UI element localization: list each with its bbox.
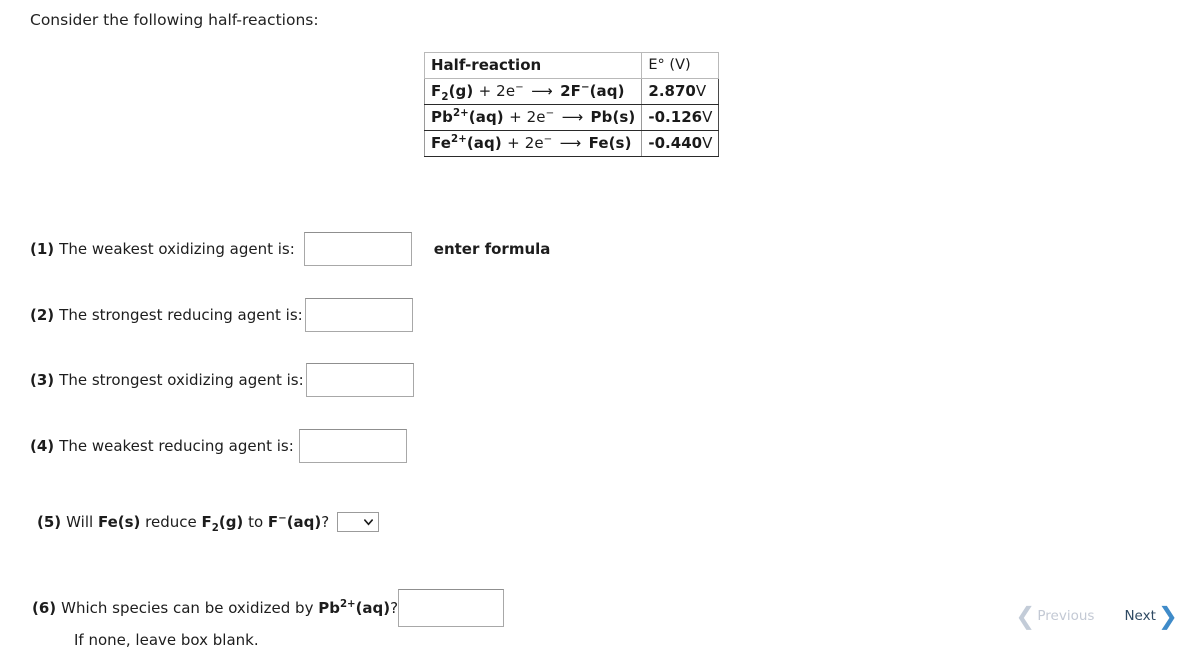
half-reaction-cell: Pb2+(aq) + 2e− ⟶ Pb(s): [423, 104, 643, 131]
electron-term: + 2e: [507, 134, 544, 152]
question-5-species-f2: F2(g): [201, 513, 244, 534]
table-row: Fe2+(aq) + 2e− ⟶ Fe(s) -0.440V: [423, 130, 720, 157]
question-4: (4) The weakest reducing agent is:: [30, 429, 407, 463]
question-3-label: The strongest oxidizing agent is:: [59, 371, 304, 389]
product-state: (aq): [589, 82, 625, 100]
question-1-input[interactable]: [303, 232, 412, 266]
question-6-species-pb: Pb2+(aq): [318, 599, 391, 617]
reaction-arrow-icon: ⟶: [561, 108, 584, 126]
question-1-label: The weakest oxidizing agent is:: [59, 240, 295, 258]
potential-cell: -0.126V: [641, 104, 720, 131]
question-5-label: Will Fe(s) reduce F2(g) to F−(aq)?: [66, 513, 330, 534]
question-4-label: The weakest reducing agent is:: [59, 437, 294, 455]
question-6-label: Which species can be oxidized by Pb2+(aq…: [61, 599, 399, 617]
next-button-label: Next: [1124, 608, 1156, 624]
electron-charge: −: [545, 108, 555, 119]
question-2-input[interactable]: [304, 298, 413, 332]
question-4-input[interactable]: [298, 429, 407, 463]
question-6-input[interactable]: [398, 589, 505, 627]
question-6: (6) Which species can be oxidized by Pb2…: [32, 589, 505, 649]
reactant-subscript: 2: [441, 92, 449, 103]
question-6-note: If none, leave box blank.: [74, 631, 259, 649]
potential-value: -0.126: [648, 108, 703, 126]
potential-cell: 2.870V: [641, 78, 720, 105]
table-row: Pb2+(aq) + 2e− ⟶ Pb(s) -0.126V: [423, 104, 720, 131]
previous-button-label: Previous: [1037, 608, 1095, 624]
question-5-dropdown[interactable]: [337, 512, 380, 532]
reactant-formula: Fe: [431, 134, 452, 152]
table-header-row: Half-reaction E° (V): [423, 52, 720, 79]
page-title: Consider the following half-reactions:: [30, 11, 319, 29]
electron-term: + 2e: [478, 82, 516, 100]
potential-unit: V: [702, 108, 713, 126]
question-2-number: (2): [30, 306, 55, 324]
product-formula: 2F: [560, 82, 581, 100]
reactant-state: (g): [448, 82, 474, 100]
question-2-label: The strongest reducing agent is:: [59, 306, 303, 324]
chevron-down-icon: [364, 519, 374, 526]
question-1: (1) The weakest oxidizing agent is: ente…: [30, 232, 550, 266]
half-reaction-table: Half-reaction E° (V) F2(g) + 2e− ⟶ 2F−(a…: [423, 52, 720, 157]
potential-cell: -0.440V: [641, 130, 720, 157]
question-5-species-fminus: F−(aq): [267, 513, 322, 531]
reactant-state: (aq): [466, 134, 502, 152]
product-formula: Fe: [588, 134, 609, 152]
product-formula: Pb: [590, 108, 613, 126]
potential-unit: V: [695, 82, 707, 100]
electron-charge: −: [515, 82, 524, 93]
electron-charge: −: [543, 134, 553, 145]
reactant-charge: 2+: [451, 134, 467, 145]
question-5-number: (5): [37, 513, 62, 531]
potential-value: 2.870: [648, 82, 696, 100]
question-5: (5) Will Fe(s) reduce F2(g) to F−(aq)?: [37, 512, 380, 534]
potential-unit: V: [702, 134, 713, 152]
reactant-charge: 2+: [452, 108, 469, 119]
half-reaction-cell: Fe2+(aq) + 2e− ⟶ Fe(s): [423, 130, 643, 157]
question-2: (2) The strongest reducing agent is:: [30, 298, 413, 332]
chevron-right-icon: ❯: [1157, 602, 1178, 630]
product-charge: −: [580, 82, 590, 93]
question-5-species-fe: Fe(s): [97, 513, 141, 531]
reaction-arrow-icon: ⟶: [531, 82, 553, 100]
reactant-formula: F: [431, 82, 442, 100]
column-header-potential: E° (V): [641, 52, 720, 79]
column-header-half-reaction: Half-reaction: [423, 52, 642, 79]
previous-button[interactable]: ❮ Previous: [1015, 604, 1094, 628]
half-reaction-cell: F2(g) + 2e− ⟶ 2F−(aq): [423, 78, 643, 105]
reactant-state: (aq): [468, 108, 504, 126]
question-6-number: (6): [32, 599, 57, 617]
question-3-input[interactable]: [305, 363, 414, 397]
electron-term: + 2e: [509, 108, 546, 126]
reactant-formula: Pb: [431, 108, 453, 126]
next-button[interactable]: Next ❯: [1124, 604, 1178, 628]
question-3: (3) The strongest oxidizing agent is:: [30, 363, 414, 397]
question-3-number: (3): [30, 371, 55, 389]
product-state: (s): [608, 134, 632, 152]
question-1-number: (1): [30, 240, 55, 258]
chevron-left-icon: ❮: [1015, 602, 1036, 630]
reaction-arrow-icon: ⟶: [559, 134, 582, 152]
question-1-hint: enter formula: [433, 240, 551, 258]
product-state: (s): [612, 108, 636, 126]
navigation-controls: ❮ Previous Next ❯: [1015, 604, 1178, 628]
question-4-number: (4): [30, 437, 55, 455]
potential-value: -0.440: [648, 134, 703, 152]
table-row: F2(g) + 2e− ⟶ 2F−(aq) 2.870V: [423, 78, 720, 105]
